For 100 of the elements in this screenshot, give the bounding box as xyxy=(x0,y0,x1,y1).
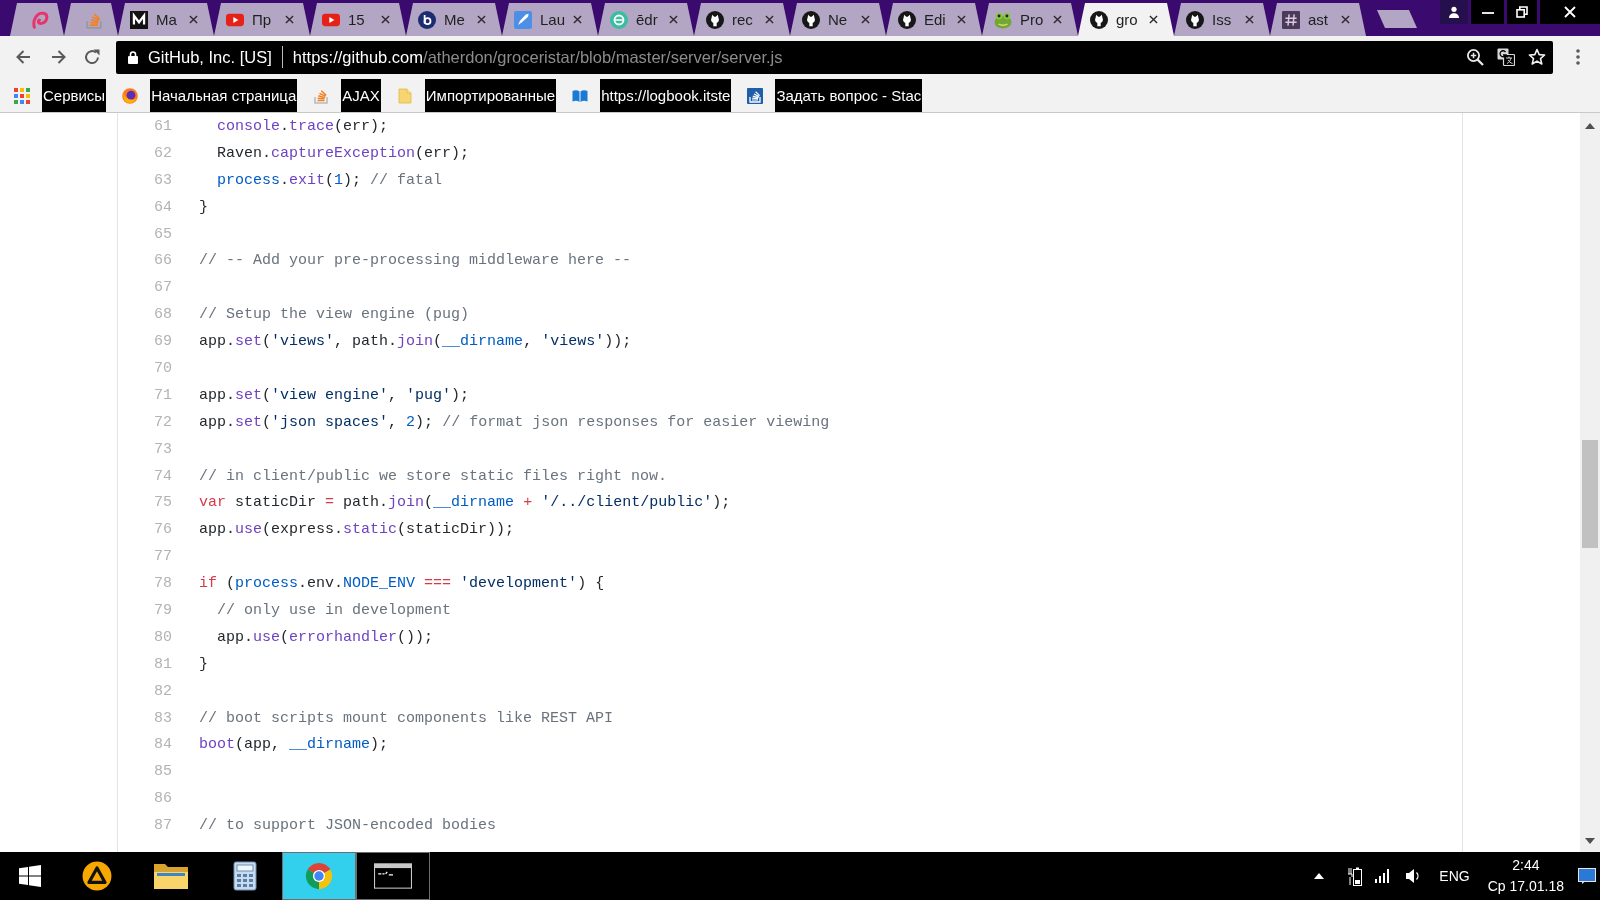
code-line: // in client/public we store static files right now. xyxy=(199,467,668,485)
browser-tab[interactable]: Пр xyxy=(214,3,310,36)
swirl-icon xyxy=(31,10,49,29)
cat-logo-icon xyxy=(1090,10,1108,29)
line-number: 67 xyxy=(154,279,172,297)
translate-icon[interactable] xyxy=(1497,48,1515,66)
cat-logo-icon xyxy=(802,10,820,29)
close-icon[interactable] xyxy=(381,15,390,24)
browser-tab[interactable]: ēdr xyxy=(598,3,694,36)
code-line: // boot scripts mount components like REST API xyxy=(199,709,614,727)
line-number: 72 xyxy=(154,413,172,431)
restore-button[interactable] xyxy=(1507,0,1537,24)
close-icon[interactable] xyxy=(189,15,198,24)
forward-icon[interactable] xyxy=(50,48,68,66)
code-line: app.use(errorhandler()); xyxy=(216,628,434,646)
line-number: 73 xyxy=(154,440,172,458)
close-icon[interactable] xyxy=(285,15,294,24)
browser-tab[interactable] xyxy=(10,3,64,36)
code-line: // -- Add your pre-processing middleware here -- xyxy=(199,252,632,270)
star-icon[interactable] xyxy=(1528,48,1546,66)
browser-tab[interactable]: Ne xyxy=(790,3,886,36)
url-field[interactable]: https://github.com/atherdon/groceristar/blob/master/server/server.js xyxy=(292,47,783,67)
browser-tab[interactable]: ast xyxy=(1270,3,1366,36)
line-number: 86 xyxy=(154,790,172,808)
close-icon[interactable] xyxy=(861,15,870,24)
profile-button[interactable] xyxy=(1440,0,1468,24)
clock-time[interactable]: 2:44 xyxy=(1512,855,1540,876)
browser-tab[interactable]: gro xyxy=(1078,3,1174,36)
circle-logo-icon xyxy=(610,10,628,29)
line-number: 76 xyxy=(154,521,172,539)
browser-tab[interactable]: Me xyxy=(406,3,502,36)
close-icon[interactable] xyxy=(957,15,966,24)
new-tab-button[interactable] xyxy=(1377,10,1417,28)
close-icon xyxy=(1564,6,1576,18)
person-icon xyxy=(1448,6,1460,18)
line-number: 64 xyxy=(154,198,172,216)
triangle-logo-icon xyxy=(82,861,112,891)
line-number: 85 xyxy=(154,763,172,781)
browser-tab[interactable]: Iss xyxy=(1174,3,1270,36)
rocket-icon xyxy=(514,10,532,29)
close-icon[interactable] xyxy=(1053,15,1062,24)
code-line: var staticDir = path.join(__dirname + '/../client/public'); xyxy=(199,494,731,512)
browser-tab[interactable]: Lau xyxy=(502,3,598,36)
code-line: } xyxy=(199,655,208,673)
apps-icon xyxy=(14,87,30,104)
close-icon[interactable] xyxy=(669,15,678,24)
close-icon[interactable] xyxy=(1245,15,1254,24)
code-line: app.set('view engine', 'pug'); xyxy=(199,386,470,404)
code-line: // to support JSON-encoded bodies xyxy=(199,817,497,835)
line-number: 79 xyxy=(154,601,172,619)
frog-icon xyxy=(994,10,1012,29)
battery-icon[interactable] xyxy=(1348,866,1363,886)
browser-tab[interactable]: Edi xyxy=(886,3,982,36)
close-icon[interactable] xyxy=(1341,15,1350,24)
close-icon[interactable] xyxy=(477,15,486,24)
close-button[interactable] xyxy=(1540,0,1600,24)
line-number: 61 xyxy=(154,117,172,135)
windows-icon[interactable] xyxy=(19,865,41,887)
caret-up-icon[interactable] xyxy=(1585,123,1595,129)
line-number: 84 xyxy=(154,736,172,754)
code-line: app.set('json spaces', 2); // format json responses for easier viewing xyxy=(199,413,830,431)
caret-down-icon[interactable] xyxy=(1585,838,1595,844)
line-number: 69 xyxy=(154,333,172,351)
browser-tab[interactable] xyxy=(64,3,118,36)
browser-tab[interactable]: rec xyxy=(694,3,790,36)
zoom-icon[interactable] xyxy=(1466,48,1484,66)
close-icon[interactable] xyxy=(765,15,774,24)
browser-tab[interactable]: Pro xyxy=(982,3,1078,36)
reload-icon[interactable] xyxy=(83,48,101,66)
line-number: 75 xyxy=(154,494,172,512)
notification-icon[interactable] xyxy=(1578,868,1596,884)
folder-icon xyxy=(396,87,413,104)
browser-logo-icon xyxy=(304,861,334,891)
hash-icon xyxy=(1282,10,1300,29)
line-number: 68 xyxy=(154,306,172,324)
taskbar-button[interactable] xyxy=(356,852,430,900)
close-icon[interactable] xyxy=(573,15,582,24)
stack-icon xyxy=(747,87,764,104)
language-indicator[interactable]: ENG xyxy=(1439,868,1470,884)
calculator-icon xyxy=(230,861,260,891)
line-number: 63 xyxy=(154,171,172,189)
menu-icon[interactable] xyxy=(1576,49,1580,65)
book-icon xyxy=(572,87,589,104)
scrollbar-thumb[interactable] xyxy=(1582,440,1598,548)
line-number: 77 xyxy=(154,548,172,566)
cat-logo-icon xyxy=(898,10,916,29)
clock-date[interactable]: Ср 17.01.18 xyxy=(1487,876,1564,897)
back-icon[interactable] xyxy=(14,48,32,66)
site-identity[interactable]: GitHub, Inc. [US] xyxy=(148,47,272,67)
browser-tab[interactable]: Ma xyxy=(118,3,214,36)
caret-up-icon[interactable] xyxy=(1314,873,1325,879)
code-line: app.use(express.static(staticDir)); xyxy=(199,521,515,539)
signal-icon[interactable] xyxy=(1375,869,1392,883)
terminal-icon xyxy=(374,861,412,891)
code-line: console.trace(err); xyxy=(216,117,389,135)
line-number: 87 xyxy=(154,817,172,835)
minimize-button[interactable] xyxy=(1471,0,1504,24)
browser-tab[interactable]: 15 xyxy=(310,3,406,36)
close-icon[interactable] xyxy=(1149,15,1158,24)
cat-logo-icon xyxy=(706,10,724,29)
